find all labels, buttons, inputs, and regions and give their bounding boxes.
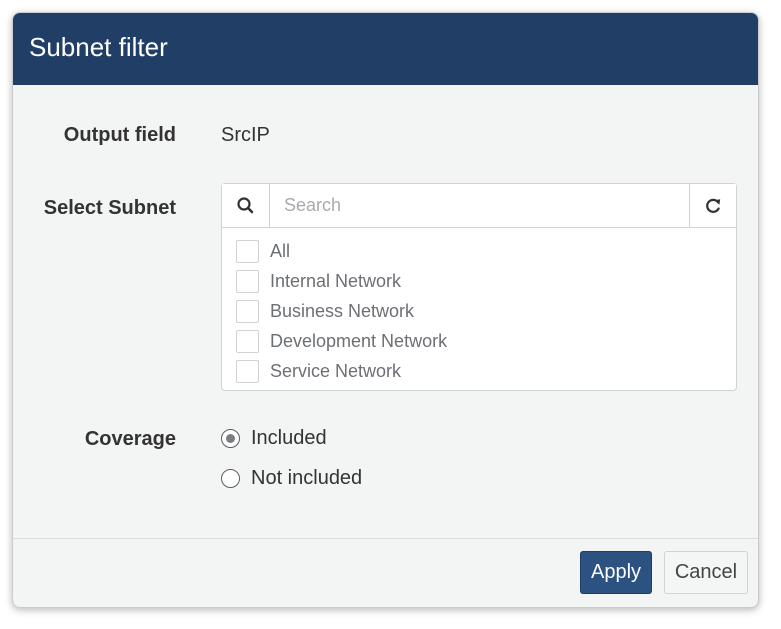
subnet-selector: All Internal Network Business Network De… — [221, 183, 737, 391]
search-icon — [222, 184, 270, 227]
coverage-option-not-included[interactable]: Not included — [221, 466, 521, 492]
subnet-search-bar — [222, 184, 736, 228]
cancel-button[interactable]: Cancel — [664, 551, 748, 594]
refresh-button[interactable] — [689, 184, 736, 227]
subnet-option-label: Business Network — [270, 301, 415, 321]
coverage-option-label: Included — [251, 427, 327, 449]
output-field-value: SrcIP — [221, 124, 270, 146]
subnet-option-development-network[interactable]: Development Network — [236, 328, 716, 358]
subnet-option-internal-network[interactable]: Internal Network — [236, 268, 716, 298]
subnet-option-list: All Internal Network Business Network De… — [236, 238, 716, 388]
subnet-option-service-network[interactable]: Service Network — [236, 358, 716, 388]
radio-button-selected[interactable] — [221, 429, 240, 448]
checkbox[interactable] — [236, 330, 259, 353]
subnet-search-input[interactable] — [270, 184, 690, 227]
output-field-label: Output field — [63, 124, 176, 146]
checkbox[interactable] — [236, 300, 259, 323]
checkbox[interactable] — [236, 240, 259, 263]
coverage-label: Coverage — [84, 428, 176, 450]
subnet-option-label: All — [270, 241, 291, 261]
subnet-option-label: Internal Network — [270, 271, 402, 291]
subnet-option-label: Service Network — [270, 361, 402, 381]
dialog-header: Subnet filter — [13, 13, 758, 85]
radio-button[interactable] — [221, 469, 240, 488]
subnet-option-all[interactable]: All — [236, 238, 716, 268]
footer-divider — [13, 538, 758, 539]
refresh-icon — [690, 198, 736, 231]
checkbox[interactable] — [236, 270, 259, 293]
checkbox[interactable] — [236, 360, 259, 383]
subnet-option-business-network[interactable]: Business Network — [236, 298, 716, 328]
coverage-option-label: Not included — [251, 467, 363, 489]
select-subnet-label: Select Subnet — [43, 197, 176, 219]
subnet-filter-dialog: Subnet filter Output field SrcIP Select … — [12, 12, 759, 608]
coverage-option-included[interactable]: Included — [221, 426, 521, 452]
apply-button[interactable]: Apply — [580, 551, 652, 594]
dialog-title: Subnet filter — [29, 32, 168, 62]
subnet-option-label: Development Network — [270, 331, 448, 351]
